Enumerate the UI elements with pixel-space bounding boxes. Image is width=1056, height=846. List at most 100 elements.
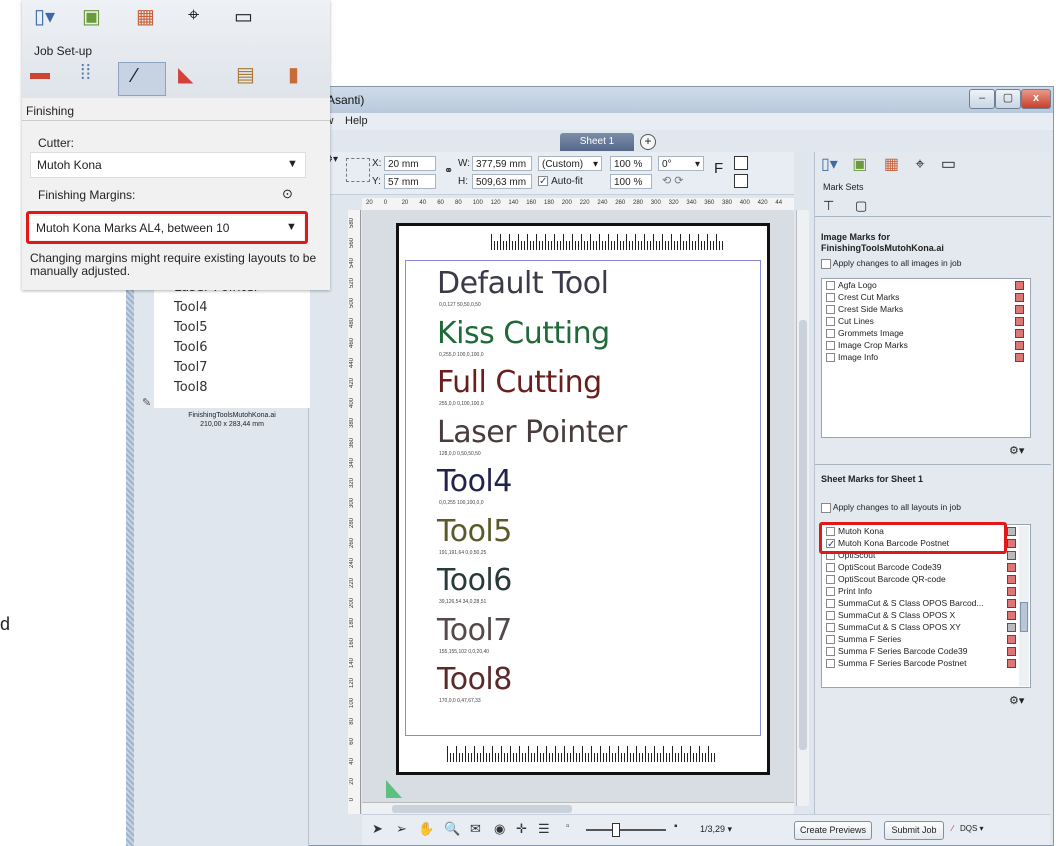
document-icon[interactable]: ▯▾	[821, 156, 838, 173]
sheet-mark-item[interactable]: SummaCut & S Class OPOS Barcod...	[822, 597, 1030, 609]
page-icon[interactable]: ▢	[855, 198, 867, 214]
autofit-checkbox[interactable]: Auto-fit	[538, 175, 583, 187]
printer-icon[interactable]: ▬	[30, 62, 50, 85]
image-mark-item[interactable]: Crest Side Marks	[822, 303, 1030, 315]
list-scrollbar[interactable]	[1019, 526, 1029, 686]
vertical-scrollbar[interactable]	[796, 210, 809, 806]
color-swatch-icon[interactable]: ▦	[884, 156, 899, 173]
envelope-icon[interactable]: ✉	[470, 821, 481, 837]
document-icon[interactable]: ▯▾	[34, 4, 55, 29]
rotate-icon[interactable]: ⟲ ⟳	[662, 174, 684, 187]
color-swatch-icon[interactable]: ▦	[136, 4, 155, 29]
create-previews-button[interactable]: Create Previews	[794, 821, 872, 840]
hand-icon[interactable]: ✋	[418, 821, 434, 837]
y-field[interactable]: 57 mm	[384, 174, 436, 189]
flip-label[interactable]: F	[714, 160, 723, 177]
gear-icon[interactable]: ⚙▾	[1009, 444, 1024, 457]
mark-checkbox[interactable]	[826, 317, 835, 327]
zoom-icon[interactable]: 🔍	[444, 821, 460, 837]
apply-images-checkbox[interactable]: Apply changes to all images in job	[821, 258, 961, 269]
apply-layouts-checkbox[interactable]: Apply changes to all layouts in job	[821, 502, 961, 513]
height-field[interactable]: 509,63 mm	[472, 174, 532, 189]
image-mark-item[interactable]: Agfa Logo	[822, 279, 1030, 291]
maximize-button[interactable]: ▢	[995, 89, 1021, 109]
marks-icon[interactable]: ⊤	[823, 198, 834, 214]
sheet-mark-item[interactable]: Summa F Series Barcode Code39	[822, 645, 1030, 657]
scroll-thumb[interactable]	[799, 320, 807, 750]
direct-select-icon[interactable]: ➢	[396, 821, 407, 837]
sheet-mark-item[interactable]: SummaCut & S Class OPOS X	[822, 609, 1030, 621]
rotation-select[interactable]: 0° ▾	[658, 156, 704, 171]
submit-job-button[interactable]: Submit Job	[884, 821, 944, 840]
zoom-slider-handle[interactable]	[612, 823, 620, 837]
mark-checkbox[interactable]	[826, 341, 835, 351]
orientation-landscape-icon[interactable]	[734, 174, 748, 188]
menu-help[interactable]: Help	[345, 115, 368, 127]
mark-checkbox[interactable]	[826, 353, 835, 363]
screen-icon[interactable]: ▭	[234, 4, 253, 29]
mark-checkbox[interactable]	[826, 293, 835, 303]
mark-checkbox[interactable]	[826, 329, 835, 339]
sliders-icon[interactable]: ☰	[538, 821, 550, 837]
mark-checkbox[interactable]	[826, 575, 835, 585]
eye-icon[interactable]: ◉	[494, 821, 505, 837]
x-field[interactable]: 20 mm	[384, 156, 436, 171]
mark-checkbox[interactable]	[826, 281, 835, 291]
sheet-mark-item[interactable]: OptiScout Barcode Code39	[822, 561, 1030, 573]
mark-checkbox[interactable]	[826, 563, 835, 573]
scale-w-field[interactable]: 100 %	[610, 156, 652, 171]
mark-checkbox[interactable]	[826, 587, 835, 597]
color-icon[interactable]: ◣	[178, 62, 193, 87]
sheet-preview[interactable]: Default Tool 0,0,127 50,50,0,50 Kiss Cutti…	[396, 223, 770, 775]
crosshair-icon[interactable]: ⌖	[188, 4, 199, 27]
image-marks-list[interactable]: Agfa Logo Crest Cut Marks Crest Side Marks…	[821, 278, 1031, 438]
finishing-tab[interactable]: ⁄	[118, 62, 166, 96]
crosshair-icon[interactable]: ⌖	[915, 156, 924, 173]
autofit-check[interactable]	[538, 176, 548, 187]
zoom-level[interactable]: 1/3,29 ▾	[700, 824, 732, 835]
image-mark-item[interactable]: Image Info	[822, 351, 1030, 363]
apply-images-check[interactable]	[821, 258, 831, 269]
dqs-menu[interactable]: DQS ▾	[960, 824, 984, 833]
mark-checkbox[interactable]	[826, 599, 835, 609]
crosshair-icon[interactable]: ✛	[516, 821, 527, 837]
mark-checkbox[interactable]	[826, 305, 835, 315]
tab-sheet-1[interactable]: Sheet 1	[560, 133, 634, 151]
sheet-mark-item[interactable]: Print Info	[822, 585, 1030, 597]
image-mark-item[interactable]: Grommets Image	[822, 327, 1030, 339]
arrow-circle-icon[interactable]: ⊙	[282, 186, 293, 202]
image-icon[interactable]: ▣	[852, 156, 867, 173]
list-scroll-thumb[interactable]	[1020, 602, 1028, 632]
cutter-select[interactable]: Mutoh Kona ▼	[30, 152, 306, 178]
panel-divider-stripe[interactable]	[126, 286, 134, 846]
orientation-portrait-icon[interactable]	[734, 156, 748, 170]
h-scroll-thumb[interactable]	[392, 805, 572, 813]
scale-h-field[interactable]: 100 %	[610, 174, 652, 189]
zoom-out-icon[interactable]: ▫	[566, 821, 570, 832]
close-button[interactable]: x	[1021, 89, 1051, 109]
width-field[interactable]: 377,59 mm	[472, 156, 532, 171]
sheet-mark-item[interactable]: OptiScout Barcode QR-code	[822, 573, 1030, 585]
image-mark-item[interactable]: Cut Lines	[822, 315, 1030, 327]
image-mark-item[interactable]: Image Crop Marks	[822, 339, 1030, 351]
mark-checkbox[interactable]	[826, 611, 835, 621]
link-icon[interactable]: ⚭	[444, 164, 453, 177]
sheet-mark-item[interactable]: Summa F Series	[822, 633, 1030, 645]
zoom-slider[interactable]	[586, 823, 666, 837]
zoom-in-icon[interactable]: ▪	[674, 821, 678, 832]
mark-checkbox[interactable]	[826, 659, 835, 669]
sheet-mark-item[interactable]: Summa F Series Barcode Postnet	[822, 657, 1030, 669]
grid-icon[interactable]: ⁞⁞	[80, 62, 91, 85]
apply-layouts-check[interactable]	[821, 502, 831, 513]
image-mark-item[interactable]: Crest Cut Marks	[822, 291, 1030, 303]
binding-icon[interactable]: ▮	[288, 62, 299, 87]
arrow-icon[interactable]: ➤	[372, 821, 383, 837]
size-preset-select[interactable]: (Custom) ▾	[538, 156, 602, 171]
mark-checkbox[interactable]	[826, 647, 835, 657]
sheet-mark-item[interactable]: SummaCut & S Class OPOS XY	[822, 621, 1030, 633]
reference-point-icon[interactable]	[346, 158, 370, 182]
image-icon[interactable]: ▣	[82, 4, 101, 29]
gear-icon[interactable]: ⚙▾	[1009, 694, 1024, 707]
mark-checkbox[interactable]	[826, 623, 835, 633]
mark-checkbox[interactable]	[826, 635, 835, 645]
